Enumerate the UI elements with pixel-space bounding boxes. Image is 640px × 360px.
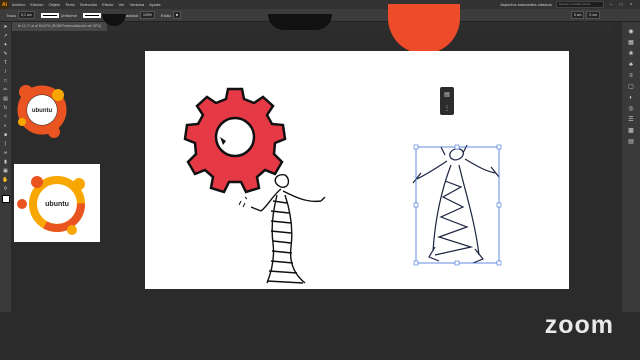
gear-icon[interactable] (183, 87, 287, 194)
hand-icon[interactable]: ✋ (2, 177, 9, 184)
menu-efecto[interactable]: Efecto (102, 2, 113, 7)
pasteboard-shape-black-wide[interactable] (268, 14, 332, 30)
stroke-weight-field[interactable]: 0,1 cm (18, 11, 35, 19)
ubuntu-logo-card: ubuntu (17, 176, 85, 235)
panel-dock: ◉ ▦ ❀ ♣ ≡ ▢ ◐ ◎ ☰ ▩ ▤ (622, 22, 640, 312)
artboard-icon[interactable]: ▣ (2, 168, 9, 175)
brush-selector[interactable]: Uniforme (40, 12, 77, 18)
ubuntu-logo-text: ubuntu (32, 108, 53, 114)
menu-bar: Ai Archivo Edición Objeto Texto Selecció… (0, 0, 640, 9)
rectangle-tool-icon[interactable]: □ (2, 78, 9, 85)
rotate-icon[interactable]: ↻ (2, 105, 9, 112)
paintbrush-icon[interactable]: ✏ (2, 87, 9, 94)
selection-bounding-box[interactable] (415, 146, 500, 264)
ubuntu-logo-pasteboard[interactable]: ubuntu (14, 78, 70, 140)
maximize-icon[interactable]: □ (618, 2, 624, 8)
artboard-artwork (183, 87, 502, 284)
style-swatch[interactable]: ■ (172, 11, 181, 19)
eyedropper-icon[interactable]: ⌈ (2, 141, 9, 148)
menu-objeto[interactable]: Objeto (48, 2, 60, 7)
transparency-panel-icon[interactable]: ◐ (627, 94, 635, 102)
opacity-field[interactable]: 100% (139, 11, 155, 19)
symbols-panel-icon[interactable]: ♣ (627, 61, 635, 69)
zoom-icon[interactable]: ⚲ (2, 186, 9, 193)
menubar-right: Aspectos esenciales clásicos Buscar en A… (500, 1, 634, 8)
selection-handles[interactable] (413, 144, 502, 266)
stroke-mode-label: Trazo (6, 12, 17, 18)
more-options-icon[interactable]: ⋮ (444, 105, 450, 112)
direct-selection-tool-icon[interactable]: ↗ (2, 33, 9, 40)
stroke-mode: Trazo 0,1 cm (6, 11, 35, 19)
color-panel-icon[interactable]: ◉ (627, 28, 635, 36)
ubuntu-image-card[interactable]: ubuntu (14, 164, 100, 242)
zoom-watermark: zoom (544, 311, 614, 339)
style-control: Estilo ■ (161, 11, 181, 19)
artboard[interactable] (145, 51, 569, 289)
brushes-panel-icon[interactable]: ❀ (627, 50, 635, 58)
menu-texto[interactable]: Texto (65, 2, 75, 7)
profile-preview-icon (82, 12, 101, 18)
menu-archivo[interactable]: Archivo (12, 2, 25, 7)
stroke-panel-icon[interactable]: ≡ (627, 72, 635, 80)
layers-panel-icon[interactable]: ☰ (627, 116, 635, 124)
shape-builder-icon[interactable]: ◐ (2, 123, 9, 130)
magic-wand-icon[interactable]: ✦ (2, 42, 9, 49)
graph-icon[interactable]: ▮ (2, 159, 9, 166)
menu-ventana[interactable]: Ventana (130, 2, 145, 7)
minimize-icon[interactable]: – (608, 2, 614, 8)
line-tool-icon[interactable]: / (2, 69, 9, 76)
transform-fields: 0 cm 0 cm (570, 11, 600, 19)
brush-preview-icon (40, 12, 59, 18)
menu-edicion[interactable]: Edición (30, 2, 43, 7)
menu-seleccion[interactable]: Selección (80, 2, 97, 7)
fill-stroke-icon[interactable] (1, 195, 10, 203)
close-icon[interactable]: × (628, 2, 634, 8)
x-field[interactable]: 0 cm (570, 11, 585, 19)
gradient-icon[interactable]: ■ (2, 132, 9, 139)
menu-ver[interactable]: Ver (119, 2, 125, 7)
scratch-figure[interactable] (412, 144, 500, 264)
y-field[interactable]: 0 cm (586, 11, 600, 19)
appearance-panel-icon[interactable]: ◎ (627, 105, 635, 113)
width-tool-icon[interactable]: ≈ (2, 114, 9, 121)
blend-icon[interactable]: ∞ (2, 150, 9, 157)
tools-panel: ➤ ↗ ✦ ✎ T / □ ✏ ▤ ↻ ≈ ◐ ■ ⌈ ∞ ▮ ▣ ✋ ⚲ (0, 22, 11, 312)
style-label: Estilo (160, 12, 171, 18)
stock-search-input[interactable]: Buscar en Adobe Stock (556, 1, 604, 8)
document-tab[interactable]: fe 11 ?? ai al 66,67% (RGB/Previsualizac… (12, 22, 108, 31)
ubuntu-card-text: ubuntu (45, 201, 69, 208)
recolor-icon[interactable]: ▤ (444, 91, 450, 98)
illustrator-logo: Ai (0, 0, 9, 9)
menu-ayuda[interactable]: Ayuda (149, 2, 160, 7)
eraser-icon[interactable]: ▤ (2, 96, 9, 103)
pen-tool-icon[interactable]: ✎ (2, 51, 9, 58)
workspace-switcher[interactable]: Aspectos esenciales clásicos (500, 2, 552, 7)
gradient-panel-icon[interactable]: ▢ (627, 83, 635, 91)
artboards-panel-icon[interactable]: ▩ (627, 127, 635, 135)
type-tool-icon[interactable]: T (2, 60, 9, 67)
align-panel-icon[interactable]: ▤ (627, 138, 635, 146)
contextual-task-bar: ▤ ⋮ (440, 87, 454, 115)
brush-label: Uniforme (60, 12, 77, 18)
swatches-panel-icon[interactable]: ▦ (627, 39, 635, 47)
selection-tool-icon[interactable]: ➤ (2, 24, 9, 31)
